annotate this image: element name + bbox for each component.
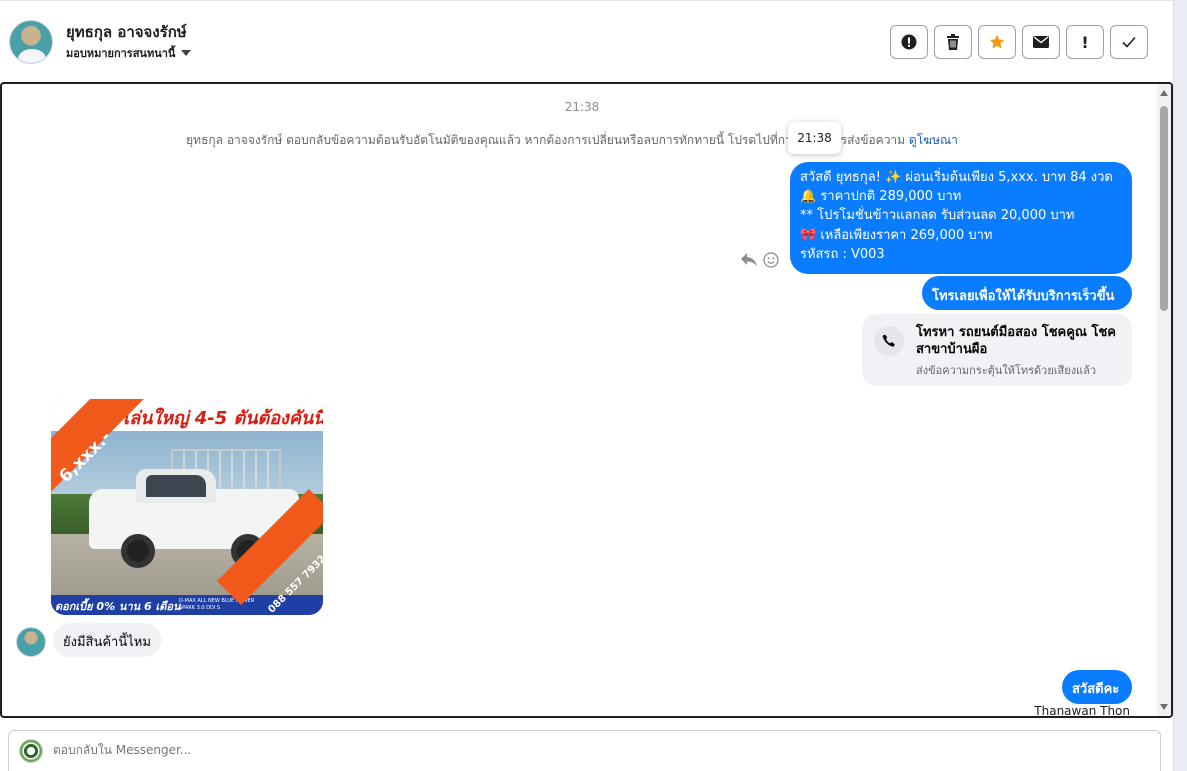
- conversation-header: ยุทธกุล อาจจงรักษ์ มอบหมายการสนทนานี้ !: [0, 0, 1173, 82]
- timestamp: 21:38: [564, 100, 600, 114]
- promo-line: ** โปรโมชั่นข้าวแลกลด รับส่วนลด 20,000 บ…: [800, 208, 1075, 224]
- scroll-up-arrow-icon[interactable]: [1160, 90, 1168, 96]
- outgoing-promo-message[interactable]: สวัสดี ยุทธกุล! ✨ ผ่อนเริ่มต้นเพียง 5,xx…: [790, 162, 1132, 274]
- ad-headline: เล่นใหญ่ 4-5 ตันต้องคันนี้: [123, 408, 323, 429]
- promo-line: 🎀 เหลือเพียงราคา 269,000 บาท: [800, 227, 993, 243]
- reply-icon[interactable]: [741, 253, 757, 267]
- star-icon: [989, 34, 1005, 49]
- react-emoji-icon[interactable]: [763, 252, 779, 268]
- contact-avatar-small[interactable]: [16, 627, 46, 657]
- mark-spam-button[interactable]: [890, 25, 928, 59]
- thread-scrollbar[interactable]: [1157, 84, 1171, 716]
- voice-call-card[interactable]: โทรหา รถยนต์มือสอง โชคคูณ โชค สาขาบ้านผื…: [862, 314, 1132, 386]
- phone-icon: [874, 326, 904, 356]
- scroll-thumb[interactable]: [1160, 106, 1168, 311]
- messenger-inbox-page: ยุทธกุล อาจจงรักษ์ มอบหมายการสนทนานี้ !: [0, 0, 1187, 771]
- exclamation-icon: !: [1081, 32, 1089, 52]
- delete-button[interactable]: [934, 25, 972, 59]
- truck-window: [146, 475, 206, 497]
- truck-wheel: [121, 534, 155, 568]
- message-composer[interactable]: [8, 730, 1161, 771]
- caret-down-icon: [181, 50, 192, 56]
- ad-image[interactable]: เล่นใหญ่ 4-5 ตันต้องคันนี้ ผ่อนเริ่ม 6,x…: [51, 399, 323, 615]
- timestamp-tooltip: 21:38: [788, 122, 841, 154]
- side-panel-edge: [1173, 0, 1187, 771]
- mark-done-button[interactable]: [1110, 25, 1148, 59]
- assign-label: มอบหมายการสนทนานี้: [66, 47, 176, 60]
- call-card-subtitle: ส่งข้อความกระตุ้นให้โทรด้วยเสียงแล้ว: [916, 364, 1097, 377]
- incoming-message[interactable]: ยังมีสินค้านี้ไหม: [53, 623, 161, 657]
- ad-bottom-text: ดอกเบี้ย 0% นาน 6 เดือน: [55, 600, 181, 613]
- call-card-title: โทรหา รถยนต์มือสอง โชคคูณ โชค สาขาบ้านผื…: [916, 325, 1117, 357]
- envelope-icon: [1033, 36, 1049, 48]
- star-button[interactable]: [978, 25, 1016, 59]
- view-ad-link[interactable]: ดูโฆษณา: [909, 133, 958, 147]
- sender-name: Thanawan Thon: [1034, 704, 1130, 718]
- header-actions: !: [890, 25, 1148, 59]
- promo-line: รหัสรถ : V003: [800, 246, 885, 262]
- message-actions: [741, 252, 779, 268]
- call-now-message[interactable]: โทรเลยเพื่อให้ได้รับบริการเร็วขึ้น: [922, 276, 1132, 310]
- system-message: ยุทธกุล อาจจงรักษ์ ตอบกลับข้อความต้อนรับ…: [2, 131, 1142, 150]
- checkmark-icon: [1122, 36, 1136, 48]
- ad-bottom-small-text: D-MAX ALL NEW BLUE POWER SPARK 3.0 DDI S: [179, 598, 255, 611]
- spam-icon: [901, 34, 917, 50]
- outgoing-reply-message[interactable]: สวัสดีคะ: [1062, 670, 1132, 704]
- reply-input[interactable]: [53, 743, 653, 757]
- mark-unread-button[interactable]: [1022, 25, 1060, 59]
- assign-conversation-dropdown[interactable]: มอบหมายการสนทนานี้: [66, 44, 192, 62]
- trash-icon: [947, 34, 959, 50]
- conversation-thread[interactable]: 21:38 ยุทธกุล อาจจงรักษ์ ตอบกลับข้อความต…: [0, 82, 1173, 718]
- scroll-down-arrow-icon[interactable]: [1160, 704, 1168, 710]
- contact-avatar[interactable]: [9, 20, 53, 64]
- follow-up-button[interactable]: !: [1066, 25, 1104, 59]
- promo-line: 🔔 ราคาปกติ 289,000 บาท: [800, 189, 962, 205]
- page-avatar: [19, 739, 43, 763]
- contact-name[interactable]: ยุทธกุล อาจจงรักษ์: [66, 20, 187, 44]
- promo-line: สวัสดี ยุทธกุล! ✨ ผ่อนเริ่มต้นเพียง 5,xx…: [800, 170, 1113, 185]
